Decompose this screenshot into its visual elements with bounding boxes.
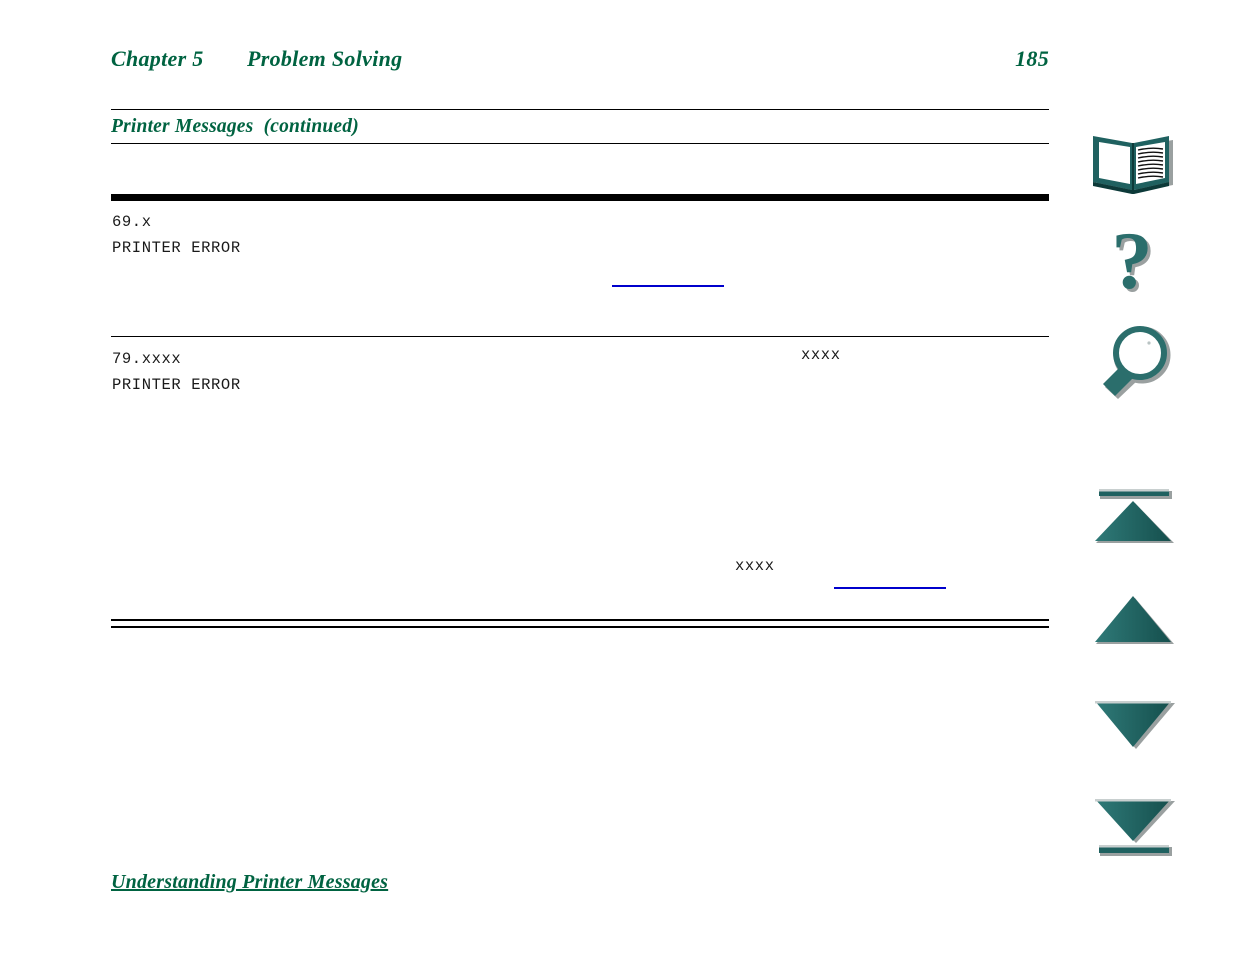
first-page-icon[interactable] <box>1085 485 1185 547</box>
footer-section-link[interactable]: Understanding Printer Messages <box>111 871 388 894</box>
message-text: PRINTER ERROR <box>112 239 241 257</box>
navigation-rail: ? ? <box>1085 120 1195 860</box>
message-code: 69.x <box>112 213 152 231</box>
magnifier-icon[interactable] <box>1085 325 1185 411</box>
next-page-icon[interactable] <box>1085 695 1185 757</box>
chapter-label: Chapter 5 <box>111 46 204 71</box>
svg-text:?: ? <box>1112 225 1153 306</box>
table-header-spacer <box>111 144 1049 194</box>
previous-page-icon[interactable] <box>1085 590 1185 652</box>
table-row: 69.x PRINTER ERROR <box>111 201 1049 336</box>
cross-reference-link[interactable] <box>834 587 946 589</box>
table-header-rule <box>111 194 1049 201</box>
message-code-cell: 79.xxxx PRINTER ERROR <box>112 346 241 398</box>
message-code: 79.xxxx <box>112 350 182 368</box>
message-text: PRINTER ERROR <box>112 376 241 394</box>
cross-reference-link[interactable] <box>612 285 724 287</box>
question-icon[interactable]: ? ? <box>1085 225 1185 311</box>
message-code-cell: 69.x PRINTER ERROR <box>112 209 241 261</box>
table-caption: Printer Messages (continued) <box>111 116 359 137</box>
printer-messages-table: Printer Messages (continued) 69.x PRINTE… <box>111 109 1049 628</box>
last-page-icon[interactable] <box>1085 795 1185 863</box>
inline-code-token: xxxx <box>801 346 841 364</box>
table-row: 79.xxxx PRINTER ERROR xxxx xxxx <box>111 337 1049 619</box>
inline-code-token: xxxx <box>735 557 775 575</box>
page-header: Chapter 5 Problem Solving 185 <box>111 46 1049 80</box>
chapter-title: Problem Solving <box>247 46 403 71</box>
book-icon[interactable] <box>1085 128 1185 200</box>
page-number: 185 <box>1015 46 1049 71</box>
table-bottom-rule <box>111 619 1049 628</box>
